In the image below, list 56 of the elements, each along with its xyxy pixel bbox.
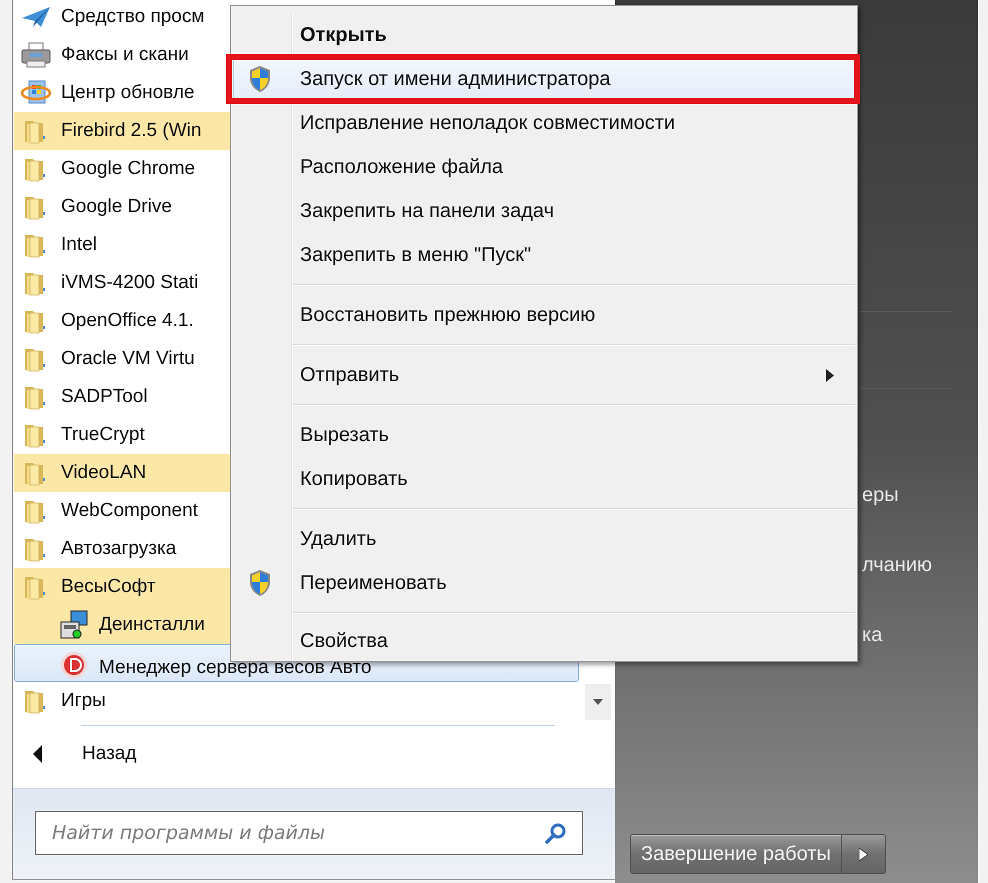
program-item[interactable]: Firebird 2.5 (Win xyxy=(14,112,230,150)
menu-item[interactable]: Переименовать xyxy=(233,561,855,605)
folder-icon xyxy=(24,346,48,372)
search-field[interactable]: Найти программы и файлы xyxy=(35,811,583,855)
program-item[interactable]: OpenOffice 4.1. xyxy=(14,302,230,340)
program-item[interactable]: VideoLAN xyxy=(14,454,230,492)
program-item[interactable]: iVMS-4200 Stati xyxy=(14,264,230,302)
caret-left-icon xyxy=(33,745,42,763)
folder-icon xyxy=(24,308,48,334)
scroll-down-button[interactable] xyxy=(585,684,611,720)
search-icon xyxy=(545,822,567,844)
folder-icon xyxy=(24,498,48,524)
menu-item[interactable]: Закрепить в меню "Пуск" xyxy=(233,233,855,277)
printer-icon xyxy=(21,42,51,68)
back-button[interactable]: Назад xyxy=(13,734,136,774)
program-item[interactable]: Google Drive xyxy=(14,188,230,226)
folder-icon xyxy=(24,118,48,144)
folder-icon xyxy=(24,384,48,410)
shutdown-options-button[interactable] xyxy=(842,834,886,874)
program-item[interactable]: WebComponent xyxy=(14,492,230,530)
folder-icon xyxy=(24,270,48,296)
menu-item[interactable]: Восстановить прежнюю версию xyxy=(233,293,855,337)
paper-plane-icon xyxy=(21,5,51,29)
shutdown-button[interactable]: Завершение работы xyxy=(630,834,842,874)
program-item[interactable]: TrueCrypt xyxy=(14,416,230,454)
program-item[interactable]: Автозагрузка xyxy=(14,530,230,568)
folder-icon xyxy=(24,194,48,220)
folder-icon xyxy=(24,232,48,258)
menu-item[interactable]: Копировать xyxy=(233,457,855,501)
program-item[interactable]: Деинсталли xyxy=(14,606,230,644)
caret-down-icon xyxy=(593,699,603,705)
folder-icon xyxy=(24,688,48,714)
program-item[interactable]: Google Chrome xyxy=(14,150,230,188)
folder-icon xyxy=(24,156,48,182)
app-logo-icon xyxy=(60,651,88,679)
arrow-right-icon xyxy=(858,848,868,860)
menu-item[interactable]: Удалить xyxy=(233,517,855,561)
program-item[interactable]: ВесыСофт xyxy=(14,568,230,606)
menu-item[interactable]: Отправить xyxy=(233,353,855,397)
program-item[interactable]: Центр обновле xyxy=(14,74,230,112)
program-item[interactable]: Факсы и скани xyxy=(14,36,230,74)
menu-item[interactable]: Открыть xyxy=(233,13,855,57)
program-item[interactable]: Intel xyxy=(14,226,230,264)
program-item[interactable]: Oracle VM Virtu xyxy=(14,340,230,378)
folder-icon xyxy=(24,460,48,486)
program-item[interactable]: SADPTool xyxy=(14,378,230,416)
folder-icon xyxy=(24,536,48,562)
menu-item[interactable]: Расположение файла xyxy=(233,145,855,189)
menu-item[interactable]: Вырезать xyxy=(233,413,855,457)
menu-item[interactable]: Исправление неполадок совместимости xyxy=(233,101,855,145)
program-item[interactable]: Игры xyxy=(14,682,230,720)
folder-icon xyxy=(24,574,48,600)
folder-icon xyxy=(24,422,48,448)
menu-item[interactable]: Закрепить на панели задач xyxy=(233,189,855,233)
installer-icon xyxy=(59,610,89,640)
program-item[interactable]: Средство просм xyxy=(14,0,230,36)
